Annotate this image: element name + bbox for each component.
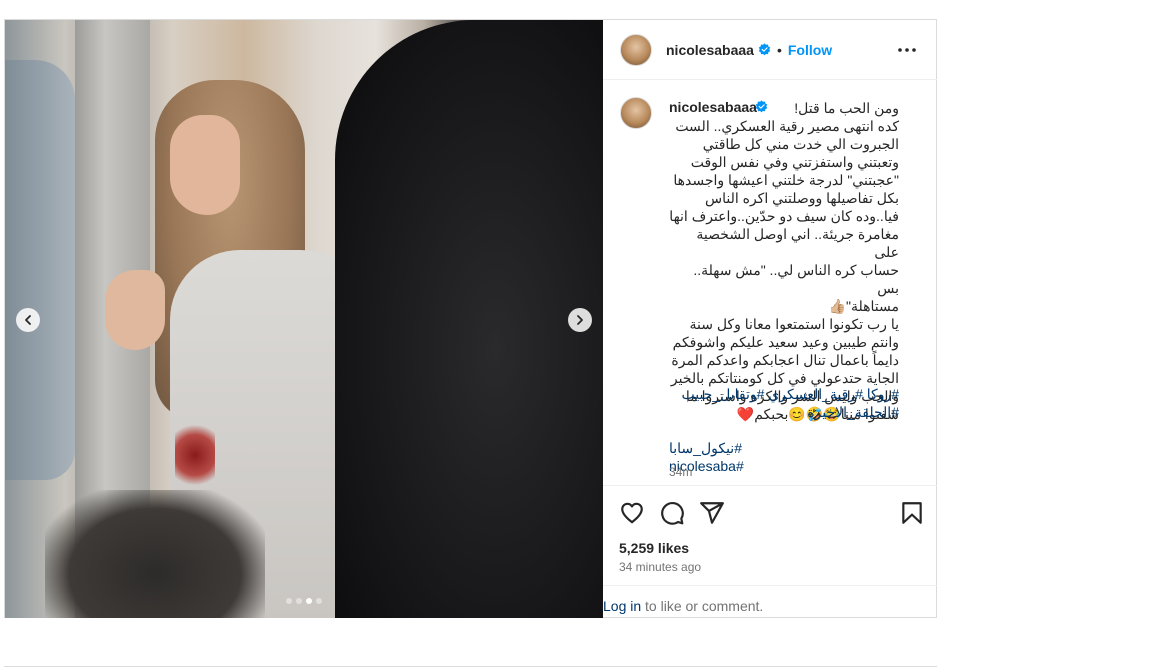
photo-foreground-blur xyxy=(45,490,265,618)
caption-hashtags[interactable]: #روكا #رقية_العسكري #وتقابل_حبيب #الحلقة… xyxy=(669,385,899,421)
caption-avatar[interactable] xyxy=(620,97,652,129)
chevron-right-icon xyxy=(577,315,583,325)
carousel-prev-button[interactable] xyxy=(16,308,40,332)
login-prompt-text: Log in to like or comment. xyxy=(603,598,763,614)
caption-text: ومن الحب ما قتل! كده انتهى مصير رقية الع… xyxy=(669,100,899,422)
carousel-dot xyxy=(296,598,302,604)
photo-woman-face xyxy=(170,115,240,215)
heart-icon[interactable] xyxy=(619,500,645,526)
login-link[interactable]: Log in xyxy=(603,598,641,614)
header-separator: • xyxy=(776,41,782,58)
login-prompt: Log in to like or comment. xyxy=(603,585,937,619)
carousel-dot xyxy=(316,598,322,604)
comment-icon[interactable] xyxy=(659,500,685,526)
carousel-next-button[interactable] xyxy=(568,308,592,332)
carousel-dot xyxy=(286,598,292,604)
post-time-ago: 34 minutes ago xyxy=(619,560,702,574)
photo-hand xyxy=(105,270,165,350)
follow-button[interactable]: Follow xyxy=(788,42,832,58)
login-prompt-rest: to like or comment. xyxy=(641,598,764,614)
more-options-button[interactable] xyxy=(895,40,919,60)
photo-blurred-person xyxy=(5,60,75,480)
caption-section: nicolesabaaa ومن الحب ما قتل! كده انتهى … xyxy=(603,81,937,485)
post-media-photo[interactable] xyxy=(5,20,603,618)
carousel-dot xyxy=(306,598,312,604)
page-divider xyxy=(4,666,937,667)
more-options-icon xyxy=(898,48,916,52)
carousel-indicator xyxy=(286,598,322,604)
share-icon[interactable] xyxy=(699,500,725,526)
photo-blood-stain xyxy=(175,420,215,490)
verified-badge-icon xyxy=(758,43,771,56)
header-username[interactable]: nicolesabaaa xyxy=(666,42,754,58)
chevron-left-icon xyxy=(25,315,31,325)
likes-count[interactable]: 5,259 likes xyxy=(619,540,689,556)
bookmark-icon[interactable] xyxy=(899,500,925,526)
post-sidebar: nicolesabaaa • Follow nicolesabaaa ومن ا… xyxy=(603,20,937,618)
action-bar xyxy=(603,485,937,536)
caption-timestamp: 34m xyxy=(669,465,693,479)
avatar[interactable] xyxy=(620,33,652,66)
instagram-post: nicolesabaaa • Follow nicolesabaaa ومن ا… xyxy=(4,19,937,618)
photo-dark-figure xyxy=(335,20,603,618)
post-header: nicolesabaaa • Follow xyxy=(603,20,937,80)
